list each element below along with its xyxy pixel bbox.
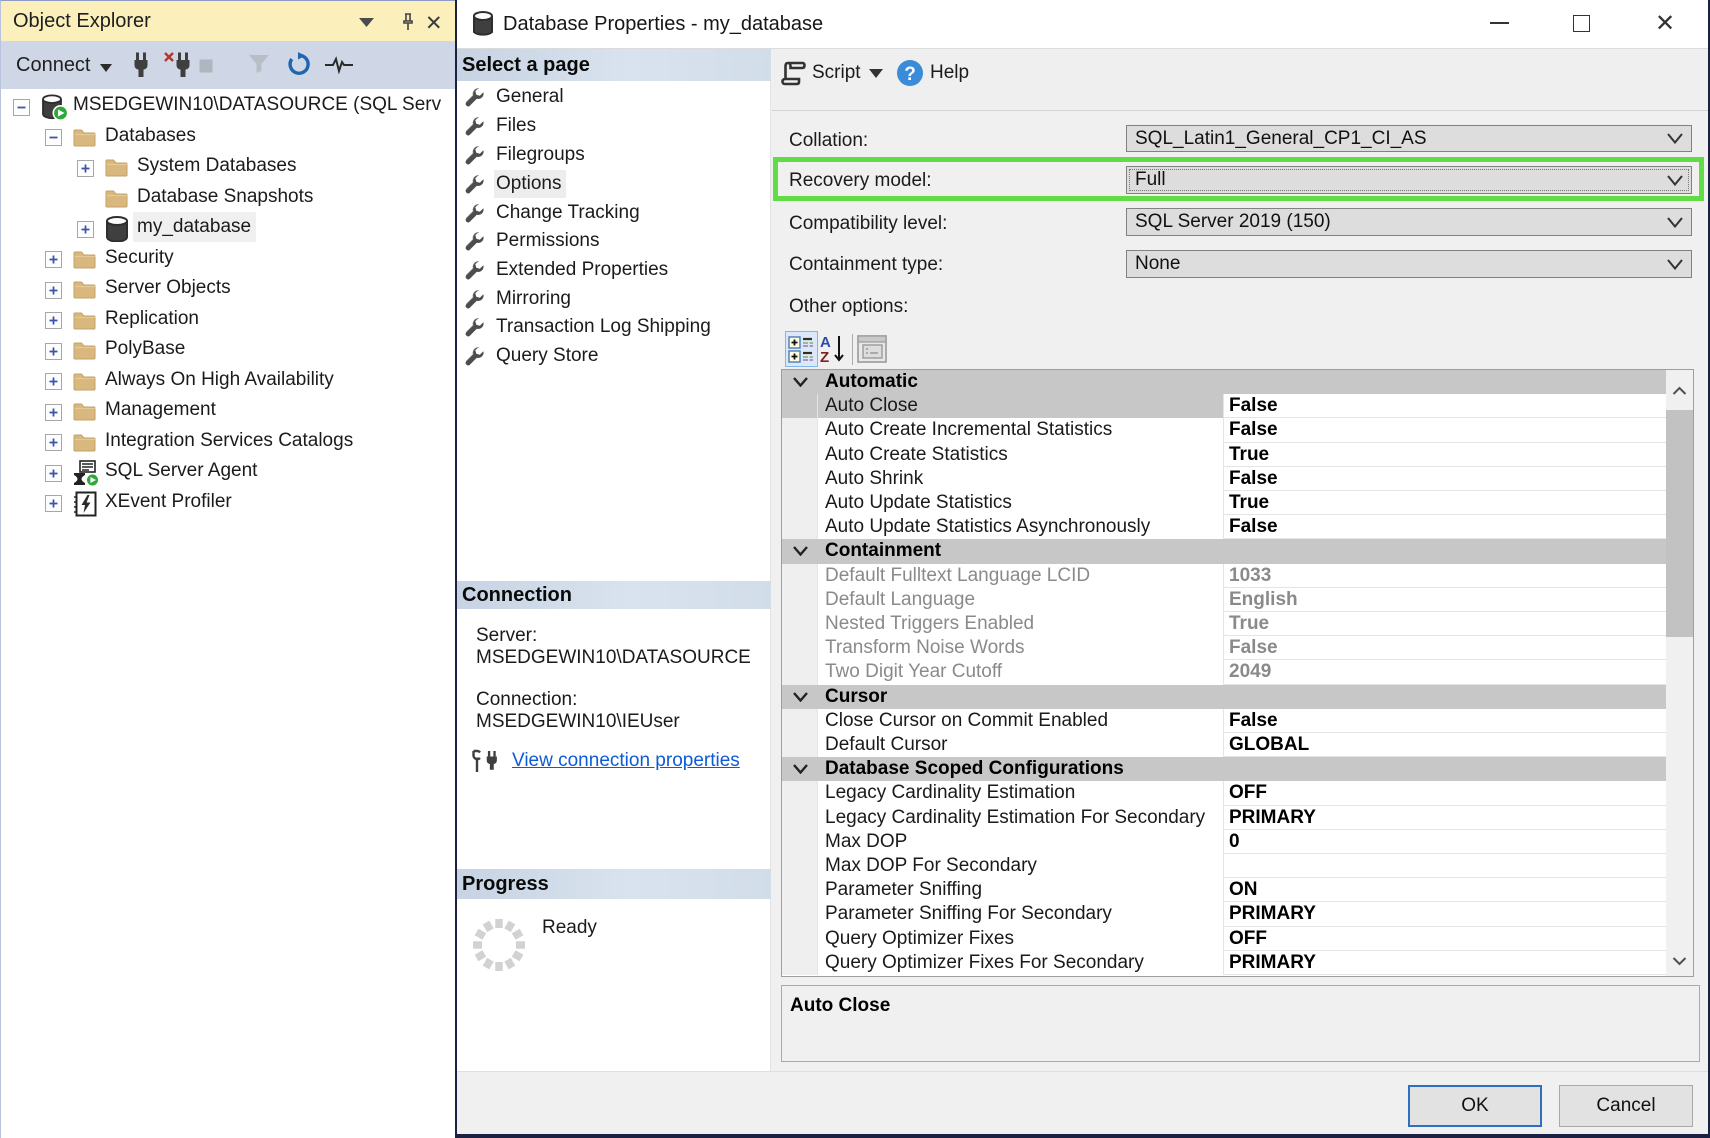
svg-text:?: ? bbox=[904, 64, 916, 85]
svg-text:Z: Z bbox=[820, 349, 829, 364]
